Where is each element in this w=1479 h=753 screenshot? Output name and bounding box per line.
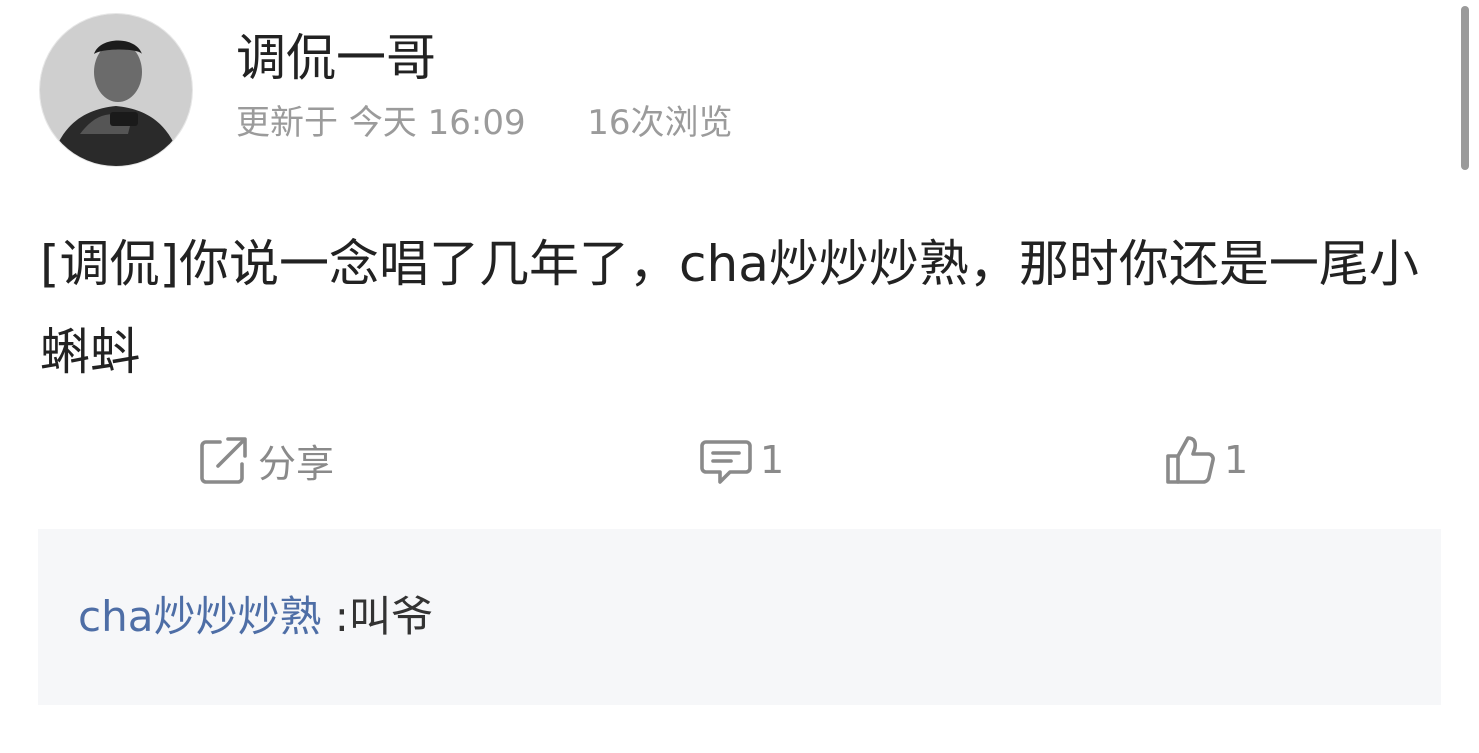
comment-section: cha炒炒炒熟 :叫爷 xyxy=(38,529,1441,705)
share-icon xyxy=(200,437,247,484)
like-button[interactable]: 1 xyxy=(1160,420,1248,500)
post-meta: 更新于 今天 16:09 16次浏览 xyxy=(236,100,733,146)
post-content: [调侃]你说一念唱了几年了，cha炒炒炒熟，那时你还是一尾小蝌蚪 xyxy=(40,235,1419,381)
post-author-name[interactable]: 调侃一哥 xyxy=(236,26,436,90)
comment-icon xyxy=(700,440,752,484)
updated-label: 更新于 xyxy=(236,103,338,143)
comment-button[interactable]: 1 xyxy=(696,420,784,500)
share-label: 分享 xyxy=(258,441,335,486)
like-count: 1 xyxy=(1224,438,1249,482)
comment-text: 叫爷 xyxy=(348,592,433,641)
comment-item: cha炒炒炒熟 :叫爷 xyxy=(78,585,433,649)
avatar[interactable] xyxy=(40,14,192,166)
comment-author[interactable]: cha炒炒炒熟 xyxy=(78,592,321,641)
comment-count: 1 xyxy=(760,438,785,482)
updated-time: 今天 16:09 xyxy=(348,103,526,143)
avatar-photo xyxy=(40,14,192,166)
post-actions-bar: 分享 1 1 xyxy=(0,420,1479,500)
share-button[interactable]: 分享 xyxy=(194,420,334,500)
comment-separator: : xyxy=(321,592,349,641)
view-count: 16次浏览 xyxy=(587,103,733,143)
scrollbar[interactable] xyxy=(1461,6,1469,170)
thumbs-up-icon xyxy=(1166,436,1215,484)
